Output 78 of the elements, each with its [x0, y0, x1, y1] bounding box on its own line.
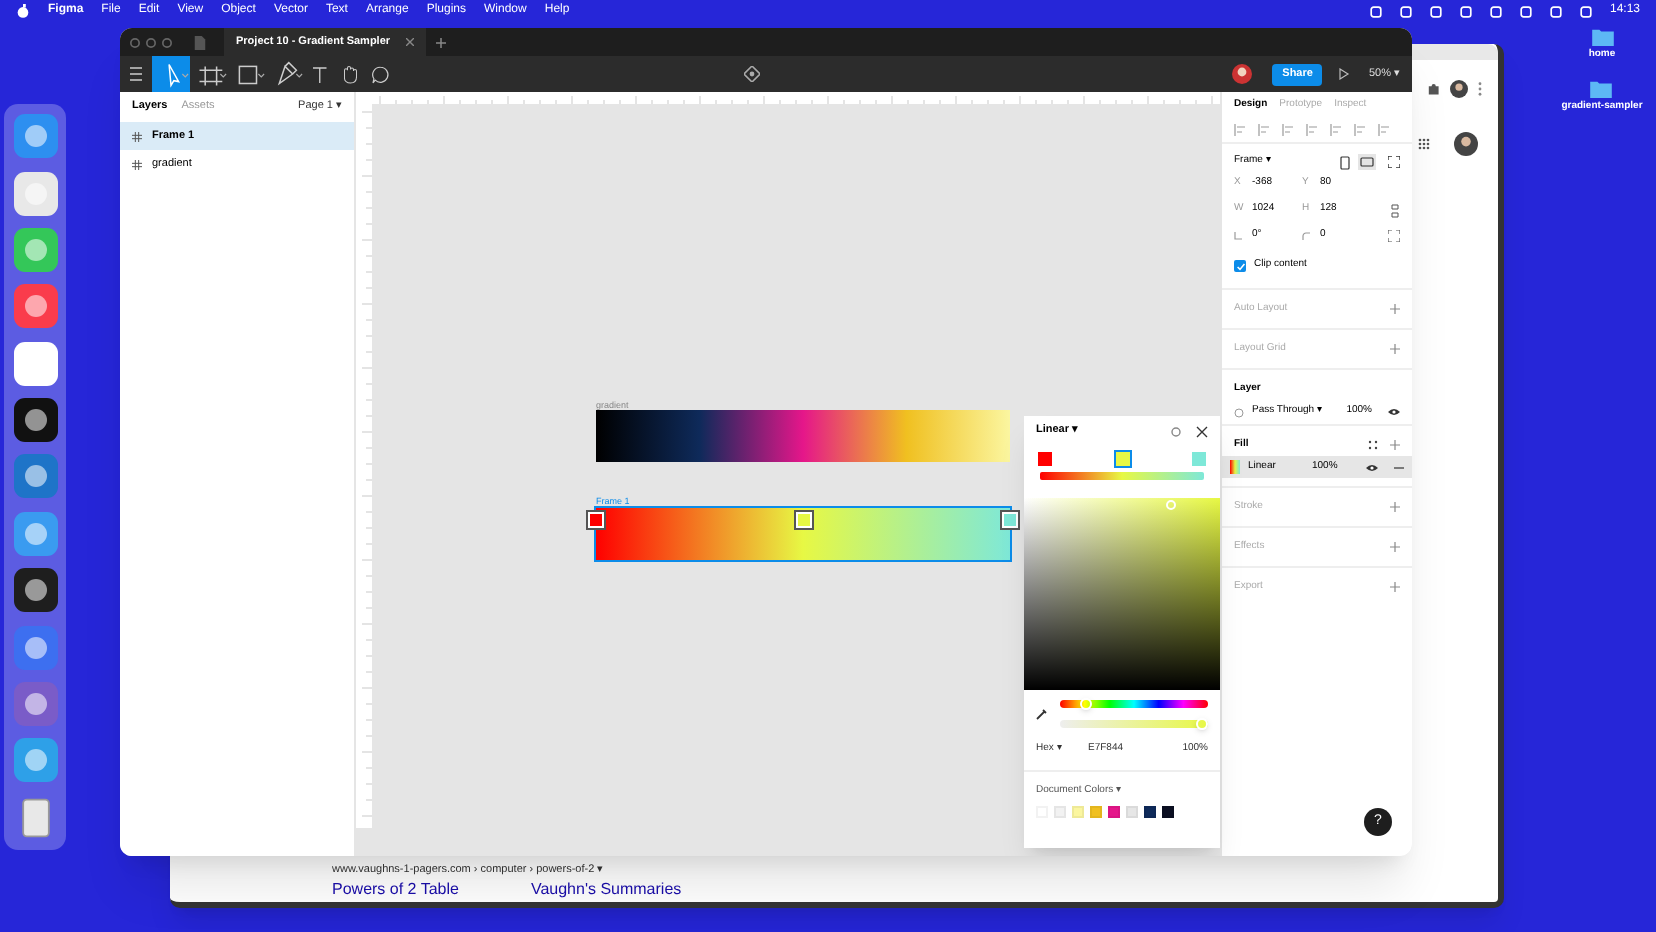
- fill-swatch: [1230, 460, 1240, 474]
- app-icon[interactable]: [13, 511, 57, 556]
- app-icon[interactable]: [13, 171, 57, 216]
- opacity-slider[interactable]: [1060, 720, 1208, 728]
- radius-icon: [1302, 232, 1310, 240]
- app-icon[interactable]: [13, 284, 57, 329]
- avatar-icon[interactable]: [1454, 132, 1478, 156]
- plus-icon[interactable]: [1390, 440, 1400, 450]
- folder-icon[interactable]: [1590, 79, 1613, 97]
- color-swatch[interactable]: [1090, 806, 1102, 818]
- gradient-frame[interactable]: [596, 410, 1010, 462]
- app-icon[interactable]: [13, 681, 57, 726]
- portrait-icon[interactable]: [1340, 155, 1350, 169]
- color-swatch[interactable]: [1126, 806, 1138, 818]
- component-icon[interactable]: [744, 66, 761, 82]
- status-icon[interactable]: [1459, 5, 1472, 17]
- app-icon[interactable]: [13, 454, 57, 499]
- checkbox[interactable]: [1234, 260, 1246, 272]
- color-swatch[interactable]: [1072, 806, 1084, 818]
- color-thumb[interactable]: [1166, 500, 1176, 510]
- rotation-icon: [1234, 232, 1242, 240]
- color-swatch[interactable]: [1054, 806, 1066, 818]
- plus-icon[interactable]: [1390, 502, 1400, 512]
- gradient-stop-handle[interactable]: [588, 512, 604, 528]
- plus-icon[interactable]: [1390, 304, 1400, 314]
- status-icon[interactable]: [1579, 5, 1592, 17]
- eyedropper-icon[interactable]: [1036, 708, 1048, 720]
- plus-icon[interactable]: [1390, 542, 1400, 552]
- slider-thumb[interactable]: [1196, 718, 1208, 730]
- gradient-stop[interactable]: [1113, 450, 1131, 468]
- app-icon[interactable]: [13, 738, 57, 783]
- app-icon[interactable]: [13, 341, 57, 386]
- plus-icon[interactable]: [1390, 582, 1400, 592]
- gradient-bar[interactable]: [1040, 472, 1204, 480]
- app-icon[interactable]: [13, 568, 57, 613]
- eye-icon[interactable]: [1388, 408, 1400, 416]
- app-icon[interactable]: [13, 398, 57, 443]
- constrain-icon[interactable]: [1390, 203, 1400, 217]
- saturation-field[interactable]: [1024, 498, 1220, 690]
- status-icon[interactable]: [1519, 5, 1532, 17]
- plus-icon[interactable]: [436, 37, 447, 47]
- status-icon[interactable]: [1549, 5, 1562, 17]
- status-icon[interactable]: [1429, 5, 1442, 17]
- landscape-icon[interactable]: [1358, 154, 1376, 170]
- app-icon[interactable]: [13, 625, 57, 670]
- app-icon[interactable]: [13, 114, 57, 159]
- folder-icon[interactable]: [1591, 28, 1613, 46]
- puzzle-icon[interactable]: [1426, 82, 1440, 96]
- styles-icon[interactable]: [1368, 440, 1378, 450]
- frame-icon: [132, 131, 142, 141]
- eye-icon[interactable]: [1366, 463, 1378, 471]
- status-icon[interactable]: [1399, 5, 1412, 17]
- gradient-stop-handle[interactable]: [1002, 512, 1018, 528]
- file-icon[interactable]: [194, 35, 206, 49]
- status-icon[interactable]: [1369, 5, 1382, 17]
- apple-icon[interactable]: [16, 4, 30, 18]
- hue-slider[interactable]: [1060, 700, 1208, 708]
- result-link[interactable]: Vaughn's Summaries: [530, 878, 682, 902]
- gradient-stop-handle[interactable]: [795, 512, 811, 528]
- close-icon[interactable]: [1196, 425, 1208, 437]
- resize-icon[interactable]: [1388, 156, 1400, 168]
- color-swatch[interactable]: [1108, 806, 1120, 818]
- corner-icon[interactable]: [1388, 230, 1400, 242]
- minus-icon[interactable]: [1394, 465, 1404, 469]
- status-icon[interactable]: [1489, 5, 1502, 17]
- app-icon[interactable]: [13, 227, 57, 272]
- color-swatch[interactable]: [1144, 806, 1156, 818]
- color-swatch[interactable]: [1162, 806, 1174, 818]
- avatar-icon[interactable]: [1450, 80, 1468, 98]
- rotate-icon[interactable]: [1170, 425, 1182, 437]
- plus-icon[interactable]: [1390, 344, 1400, 354]
- result-link[interactable]: Powers of 2 Table: [332, 878, 459, 902]
- blend-icon: [1234, 407, 1244, 417]
- slider-thumb[interactable]: [1079, 698, 1092, 710]
- apps-grid-icon[interactable]: [1418, 138, 1430, 150]
- play-icon[interactable]: [1338, 68, 1351, 80]
- frame-icon: [132, 159, 142, 169]
- avatar-icon[interactable]: [1232, 64, 1253, 84]
